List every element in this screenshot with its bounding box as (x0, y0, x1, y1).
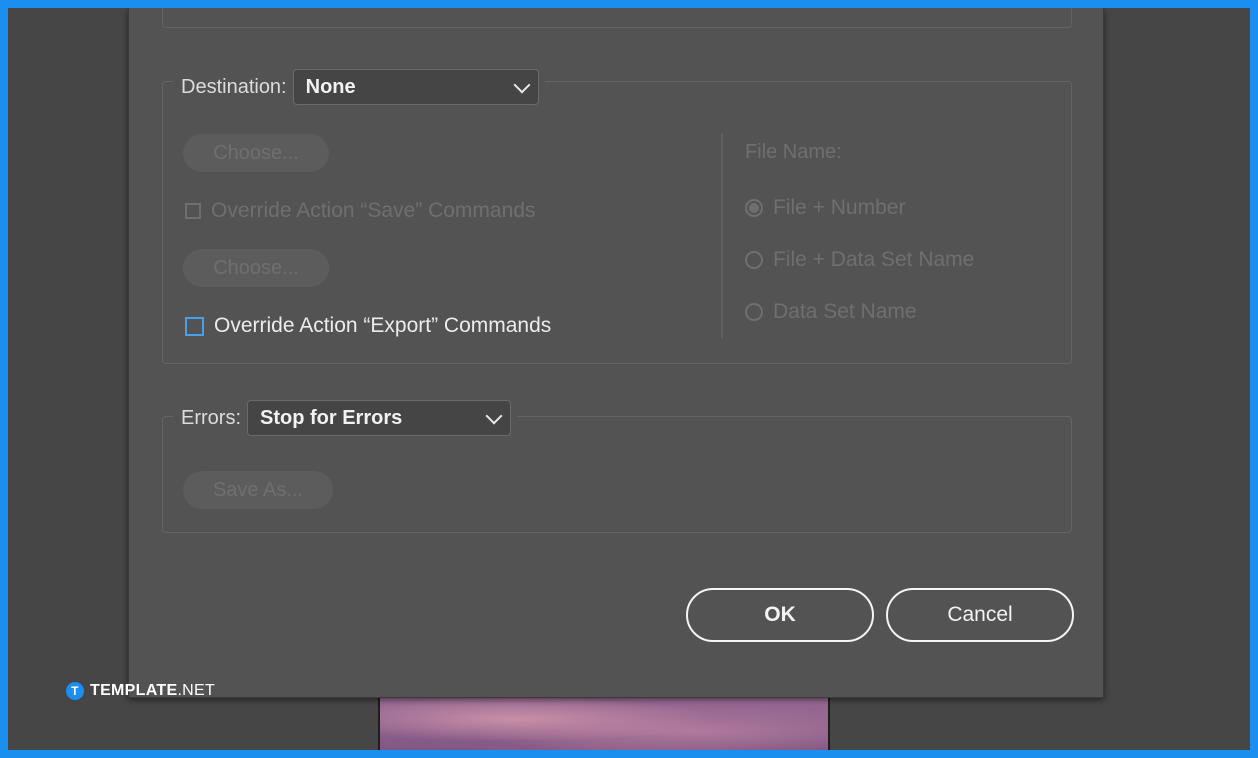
previous-group-box (162, 8, 1072, 28)
destination-select[interactable]: None (292, 69, 539, 105)
cancel-button[interactable]: Cancel (886, 588, 1074, 642)
watermark-brand: TEMPLATE (90, 682, 178, 699)
export-choose-button[interactable]: Choose... (183, 249, 329, 287)
radio-dataset-name[interactable] (745, 303, 763, 321)
radio-file-number-row[interactable]: File + Number (745, 196, 905, 220)
radio-file-number[interactable] (745, 199, 763, 217)
override-export-row[interactable]: Override Action “Export” Commands (185, 314, 551, 338)
radio-file-dataset[interactable] (745, 251, 763, 269)
template-logo-icon: T (66, 682, 84, 700)
destination-selected-value: None (305, 75, 356, 98)
errors-label: Errors: (181, 406, 241, 429)
radio-file-number-label: File + Number (773, 196, 906, 219)
ok-button[interactable]: OK (686, 588, 874, 642)
override-export-label: Override Action “Export” Commands (214, 314, 552, 337)
watermark-suffix: .NET (177, 682, 216, 699)
template-watermark: T TEMPLATE .NET (66, 682, 215, 700)
file-name-label: File Name: (745, 141, 842, 163)
radio-file-dataset-row[interactable]: File + Data Set Name (745, 248, 974, 272)
errors-selected-value: Stop for Errors (260, 406, 403, 429)
photoshop-workspace: Destination: None Choose... Override Act… (8, 8, 1250, 750)
destination-legend: Destination: None (173, 68, 545, 106)
errors-legend: Errors: Stop for Errors (173, 399, 517, 437)
chevron-down-icon (513, 76, 531, 93)
destination-divider (721, 133, 723, 338)
errors-save-as-button[interactable]: Save As... (183, 471, 333, 509)
chevron-down-icon (485, 407, 503, 424)
override-save-checkbox[interactable] (185, 203, 201, 219)
destination-label: Destination: (181, 75, 287, 98)
radio-dataset-name-row[interactable]: Data Set Name (745, 300, 917, 324)
batch-dialog: Destination: None Choose... Override Act… (128, 8, 1104, 698)
override-save-label: Override Action “Save” Commands (211, 199, 536, 222)
radio-file-dataset-label: File + Data Set Name (773, 248, 975, 271)
canvas-sky-image (378, 693, 830, 750)
radio-dataset-name-label: Data Set Name (773, 300, 917, 323)
destination-choose-button[interactable]: Choose... (183, 134, 329, 172)
override-save-row[interactable]: Override Action “Save” Commands (185, 199, 535, 223)
errors-select[interactable]: Stop for Errors (247, 400, 511, 436)
override-export-checkbox[interactable] (185, 316, 204, 336)
